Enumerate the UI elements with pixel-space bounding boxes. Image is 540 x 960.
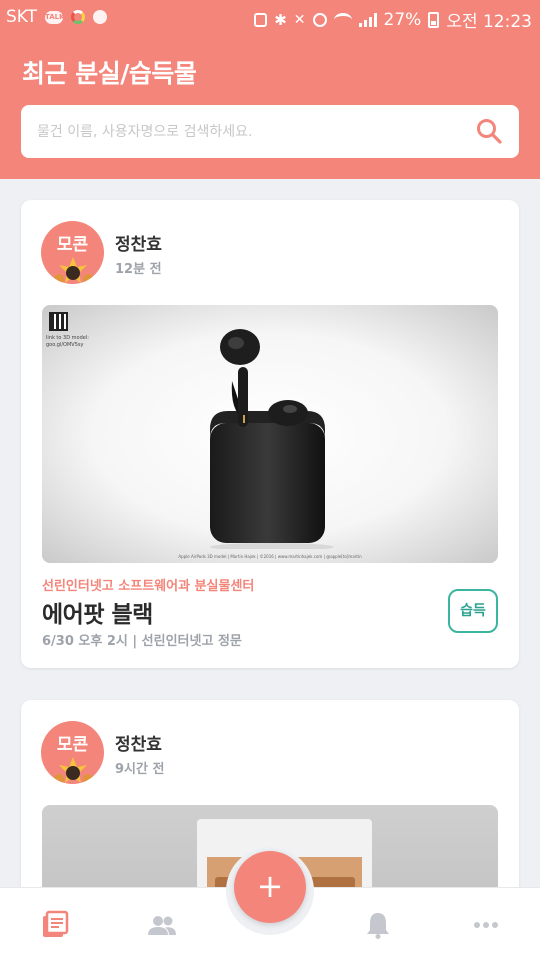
bell-icon[interactable] (363, 910, 393, 940)
post-card[interactable]: 모콘 정찬효 12분 전 link to 3D model: goo.gl/OM… (21, 200, 519, 668)
avatar-text: 모콘 (56, 735, 89, 755)
battery-icon (428, 11, 440, 28)
qr-code-icon (49, 312, 68, 331)
user-name[interactable]: 정찬효 (115, 230, 162, 255)
add-icon: + (256, 867, 284, 905)
item-name[interactable]: 에어팟 블랙 (42, 595, 153, 629)
mute-icon: ✕ (293, 11, 306, 28)
header: 최근 분실/습득물 (0, 36, 540, 179)
avatar[interactable]: 모콘 (41, 221, 104, 284)
avatar[interactable]: 모콘 (41, 721, 104, 784)
image-caption: link to 3D model: goo.gl/OMV5sy (46, 335, 89, 348)
carrier-label: SKT (6, 7, 38, 27)
nfc-icon (254, 12, 268, 27)
people-icon[interactable] (147, 910, 177, 940)
status-right: ✱ ✕ 27% 오전 12:23 (254, 7, 532, 32)
add-post-button[interactable]: + (234, 851, 306, 923)
clock: 오전 12:23 (446, 12, 532, 32)
alarm-icon (312, 12, 327, 27)
status-left: SKT TALK (6, 7, 108, 27)
item-meta: 6/30 오후 2시 | 선린인터넷고 정문 (42, 634, 242, 649)
item-location: 선린인터넷고 소프트웨어과 분실물센터 (42, 579, 255, 594)
post-time: 9시간 전 (115, 762, 165, 777)
wifi-icon (333, 12, 352, 27)
more-icon[interactable] (471, 910, 501, 940)
search-box (21, 105, 519, 158)
airpods-image (210, 329, 334, 549)
talk-icon: TALK (45, 10, 65, 24)
list-icon[interactable] (40, 910, 70, 940)
item-photo[interactable]: link to 3D model: goo.gl/OMV5sy Apple Ai… (42, 305, 498, 563)
post-time: 12분 전 (115, 262, 162, 277)
signal-icon (358, 12, 377, 27)
page-title: 최근 분실/습득물 (22, 59, 197, 88)
search-input[interactable] (21, 105, 461, 158)
avatar-mascot-icon (54, 757, 93, 784)
chat-icon (93, 10, 108, 24)
image-footer: Apple AirPods 3D model | Martin Hajek | … (178, 554, 362, 559)
status-badge[interactable]: 습득 (448, 589, 498, 633)
google-icon (71, 10, 86, 24)
status-bar: SKT TALK ✱ ✕ 27% 오전 12:23 (0, 0, 540, 36)
battery-percent: 27% (383, 9, 422, 30)
avatar-mascot-icon (54, 257, 93, 284)
bluetooth-icon: ✱ (274, 10, 287, 29)
avatar-text: 모콘 (56, 235, 89, 255)
post-feed[interactable]: 모콘 정찬효 12분 전 link to 3D model: goo.gl/OM… (0, 179, 540, 887)
user-name[interactable]: 정찬효 (115, 730, 162, 755)
search-icon[interactable] (475, 117, 503, 145)
